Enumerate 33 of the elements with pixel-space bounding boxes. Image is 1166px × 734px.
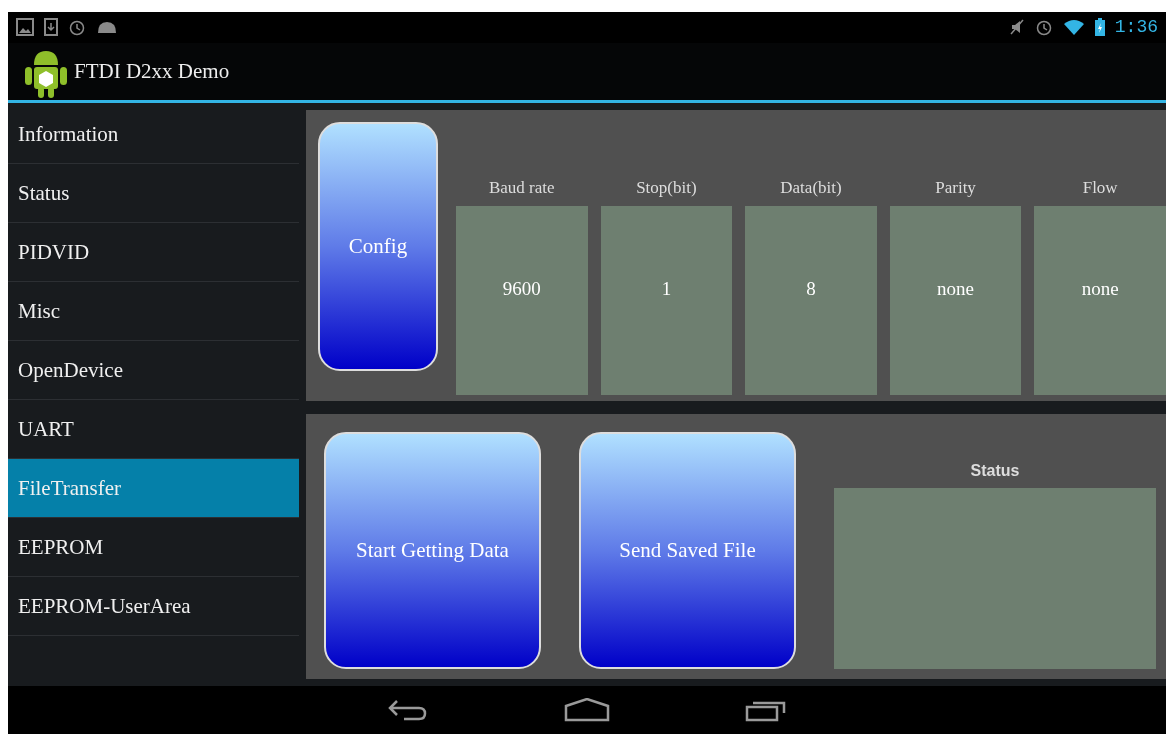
transfer-button[interactable]: Start Getting Data	[324, 432, 541, 670]
field-label: Parity	[935, 178, 976, 199]
sidebar-item[interactable]: FileTransfer	[8, 459, 299, 519]
value-field[interactable]: none	[1034, 206, 1166, 396]
field-label: Flow	[1082, 178, 1118, 199]
sidebar-item[interactable]: EEPROM	[8, 518, 299, 578]
value-field[interactable]: 9600	[456, 206, 588, 396]
field-label: Baud rate	[489, 178, 555, 199]
sidebar-item[interactable]: Misc	[8, 282, 299, 342]
alarm-icon	[68, 18, 86, 37]
value-field[interactable]: none	[889, 206, 1022, 396]
value-field[interactable]: 8	[745, 206, 877, 396]
download-icon	[44, 18, 58, 37]
sidebar-item[interactable]: OpenDevice	[8, 341, 299, 401]
value-field[interactable]: 1	[600, 206, 733, 396]
home-icon[interactable]	[564, 698, 610, 723]
battery-icon	[1094, 18, 1105, 37]
transfer-button[interactable]: Send Saved File	[579, 432, 796, 670]
picture-icon	[16, 18, 34, 37]
clock-time: 1:36	[1114, 17, 1158, 38]
field-label: Stop(bit)	[636, 178, 697, 199]
alarm-icon	[1034, 18, 1053, 37]
sidebar-item[interactable]: Status	[8, 164, 299, 224]
wifi-icon	[1062, 18, 1085, 37]
mute-icon	[1008, 18, 1025, 37]
sidebar-item[interactable]: EEPROM-UserArea	[8, 577, 299, 637]
app-title: FTDI D2xx Demo	[74, 59, 230, 85]
back-icon[interactable]	[387, 698, 429, 723]
config-button[interactable]: Config	[318, 122, 438, 372]
status-label: Status	[970, 462, 1020, 481]
sidebar-item[interactable]: Information	[8, 105, 299, 165]
field-label: Data(bit)	[780, 178, 842, 199]
sidebar-item[interactable]: PIDVID	[8, 223, 299, 283]
